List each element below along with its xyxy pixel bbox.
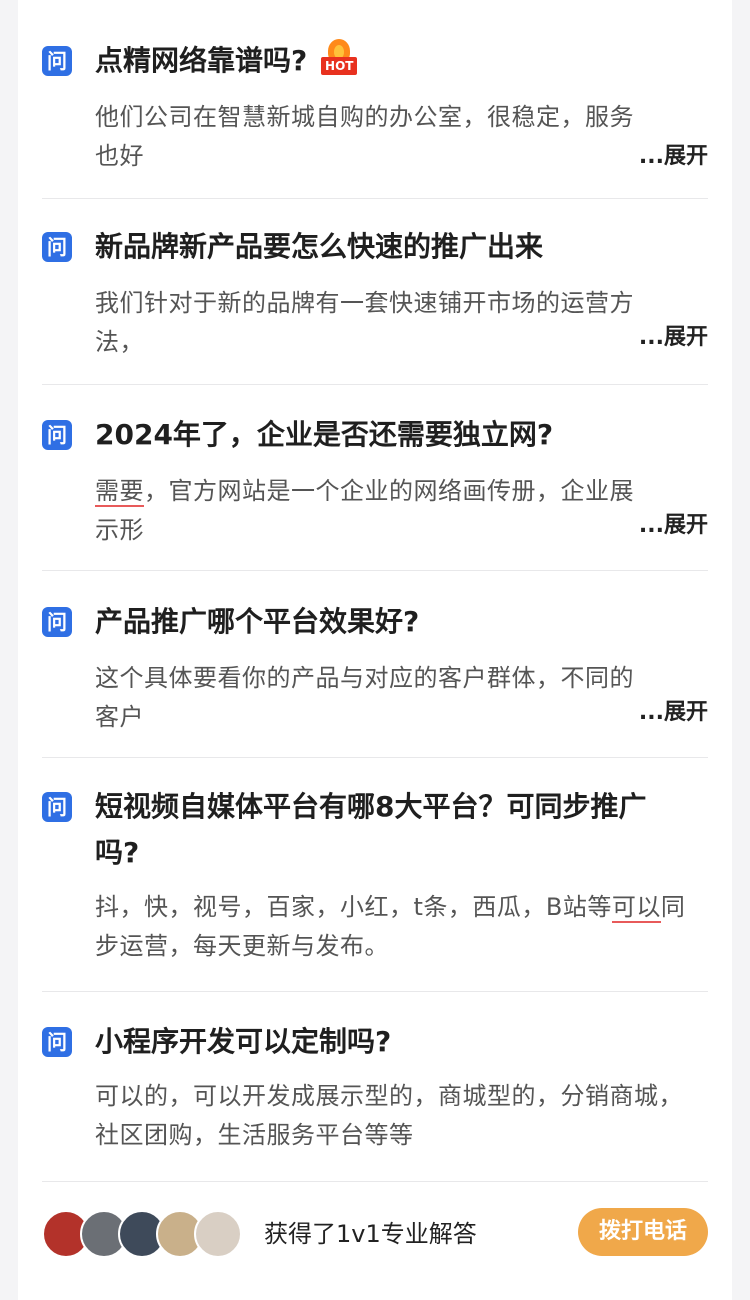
divider — [42, 1181, 708, 1182]
question-text: 点精网络靠谱吗? — [95, 44, 308, 77]
question-title: 产品推广哪个平台效果好? — [95, 605, 420, 638]
footer-bar: 获得了1v1专业解答 拨打电话 — [42, 1200, 708, 1270]
question-badge-icon: 问 — [42, 232, 72, 262]
divider — [42, 384, 708, 385]
divider — [42, 757, 708, 758]
answer-text: 这个具体要看你的产品与对应的客户群体，不同的客户 群体应用的推广方式不同，可以发… — [95, 664, 634, 731]
question-title: 2024年了，企业是否还需要独立网? — [95, 418, 554, 451]
divider — [42, 198, 708, 199]
expand-link[interactable]: ...展开 — [639, 137, 708, 176]
question-badge-icon: 问 — [42, 792, 72, 822]
expand-link[interactable]: ...展开 — [639, 506, 708, 545]
answer-text: 我们针对于新的品牌有一套快速铺开市场的运营方法， 能在半个月内，快速在各大平台海… — [95, 289, 634, 356]
question-badge-icon: 问 — [42, 420, 72, 450]
question-title: 新品牌新产品要怎么快速的推广出来 — [95, 230, 544, 263]
expand-link[interactable]: ...展开 — [639, 693, 708, 732]
qa-panel: 问 点精网络靠谱吗? HOT 他们公司在智慧新城自购的办公室，很稳定，服务也好 ，… — [18, 0, 732, 1300]
hot-icon: HOT — [321, 39, 358, 77]
footer-text: 获得了1v1专业解答 — [264, 1220, 477, 1248]
question-title: 小程序开发可以定制吗? — [95, 1025, 392, 1058]
answer-text: 抖，快，视号，百家，小红，t条，西瓜，B站等可以同 步运营，每天更新与发布。 — [95, 888, 708, 966]
answer-rest: ，官方网站是一个企业的网络画传册，企业展示形 象和品牌价值，向客户、投资者和合作… — [95, 477, 634, 544]
question-badge-icon: 问 — [42, 607, 72, 637]
divider — [42, 570, 708, 571]
question-badge-icon: 问 — [42, 1027, 72, 1057]
expand-link[interactable]: ...展开 — [639, 318, 708, 357]
answer-text: 需要，官方网站是一个企业的网络画传册，企业展示形 象和品牌价值，向客户、投资者和… — [95, 472, 635, 550]
divider — [42, 991, 708, 992]
question-title: 点精网络靠谱吗? HOT — [95, 38, 708, 84]
avatar — [194, 1210, 242, 1258]
answer-text: 可以的，可以开发成展示型的，商城型的，分销商城， 社区团购，生活服务平台等等 — [95, 1082, 683, 1149]
avatar-group — [42, 1210, 252, 1258]
answer-part: 抖，快，视号，百家，小红，t条，西瓜，B站等 — [95, 893, 612, 921]
question-badge-icon: 问 — [42, 46, 72, 76]
answer-highlight: 可以 — [611, 893, 661, 923]
question-title: 短视频自媒体平台有哪8大平台？可同步推广 吗? — [95, 790, 647, 869]
answer-highlight: 需要 — [95, 477, 144, 507]
call-button[interactable]: 拨打电话 — [578, 1208, 708, 1256]
answer-text: 他们公司在智慧新城自购的办公室，很稳定，服务也好 ，2011年注册的，公司从事网… — [95, 103, 634, 170]
hot-label: HOT — [321, 57, 358, 75]
